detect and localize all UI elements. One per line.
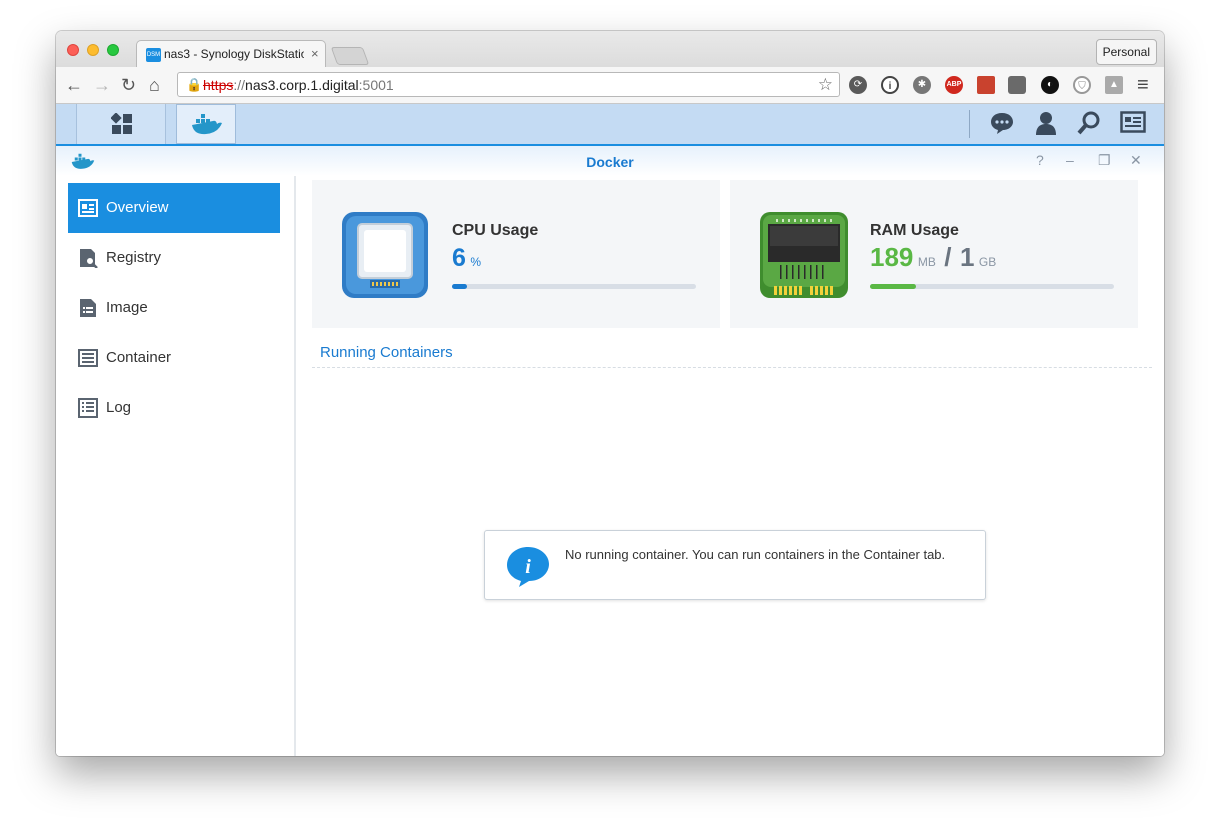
ram-usage-card: RAM Usage 189 MB / 1 GB bbox=[730, 180, 1138, 328]
insecure-lock-icon: 🔒 bbox=[186, 77, 203, 92]
adblock-plus-icon[interactable]: ABP bbox=[945, 76, 963, 94]
ram-usage-label: RAM Usage bbox=[870, 222, 959, 239]
window-minimize-button[interactable] bbox=[87, 44, 99, 56]
sidebar-item-label: Log bbox=[106, 399, 132, 416]
docker-taskbar-button[interactable] bbox=[176, 104, 236, 144]
cpu-usage-value: 6 % bbox=[452, 244, 482, 272]
ram-usage-bar bbox=[870, 284, 1114, 289]
window-close-button[interactable] bbox=[67, 44, 79, 56]
search-icon[interactable] bbox=[1077, 111, 1101, 135]
svg-text:i: i bbox=[525, 556, 531, 578]
film-icon[interactable]: ✱ bbox=[913, 76, 931, 94]
sync-icon[interactable]: ⟳ bbox=[849, 76, 867, 94]
taskbar-separator bbox=[969, 110, 970, 138]
dsm-favicon-icon: DSM bbox=[146, 48, 161, 62]
chrome-icon[interactable]: ◐ bbox=[1041, 76, 1059, 94]
bookmark-star-icon[interactable]: ☆ bbox=[818, 75, 833, 95]
sidebar: Overview Registry Image Container Log bbox=[56, 176, 296, 756]
profile-button[interactable]: Personal bbox=[1095, 39, 1157, 65]
sidebar-item-label: Container bbox=[106, 349, 172, 366]
puzzle-icon[interactable] bbox=[1008, 76, 1026, 94]
new-tab-button[interactable] bbox=[330, 47, 370, 65]
cpu-icon bbox=[342, 212, 428, 298]
log-icon bbox=[78, 398, 98, 418]
chat-icon[interactable] bbox=[989, 111, 1015, 135]
sidebar-item-registry[interactable]: Registry bbox=[68, 233, 280, 283]
chrome-menu-icon[interactable]: ≡ bbox=[1137, 73, 1149, 97]
browser-tab[interactable]: DSM nas3 - Synology DiskStatio × bbox=[136, 40, 326, 67]
window-maximize-button[interactable] bbox=[107, 44, 119, 56]
home-button[interactable]: ⌂ bbox=[149, 73, 160, 97]
minimize-icon[interactable]: – bbox=[1066, 152, 1074, 168]
tab-title: nas3 - Synology DiskStatio bbox=[164, 47, 304, 61]
ram-usage-value: 189 MB / 1 GB bbox=[870, 242, 997, 272]
user-icon[interactable] bbox=[1034, 111, 1058, 135]
sidebar-item-label: Image bbox=[106, 299, 148, 316]
restore-icon[interactable]: ❐ bbox=[1098, 152, 1111, 169]
widgets-icon[interactable] bbox=[1120, 111, 1146, 133]
tab-close-icon[interactable]: × bbox=[311, 46, 319, 61]
drive-icon[interactable]: ▲ bbox=[1105, 76, 1123, 94]
cpu-usage-bar-fill bbox=[452, 284, 467, 289]
cpu-usage-label: CPU Usage bbox=[452, 222, 539, 239]
app-title: Docker bbox=[586, 154, 634, 170]
info-bubble-icon: i bbox=[507, 547, 549, 587]
tab-strip: DSM nas3 - Synology DiskStatio × Persona… bbox=[56, 31, 1164, 67]
address-bar[interactable]: 🔒 https://nas3.corp.1.digital:5001 ☆ bbox=[177, 72, 840, 97]
empty-state-message: i No running container. You can run cont… bbox=[484, 530, 986, 600]
sidebar-item-label: Registry bbox=[106, 249, 162, 266]
close-icon[interactable]: ✕ bbox=[1130, 152, 1142, 169]
ram-usage-bar-fill bbox=[870, 284, 917, 289]
main-panel: CPU Usage 6 % RAM Usage 189 MB / 1 GB Ru… bbox=[296, 176, 1164, 756]
forward-button[interactable]: → bbox=[93, 73, 111, 97]
browser-window: DSM nas3 - Synology DiskStatio × Persona… bbox=[56, 31, 1164, 756]
url-text: https://nas3.corp.1.digital:5001 bbox=[203, 77, 394, 93]
info-icon[interactable]: i bbox=[881, 76, 899, 94]
image-icon bbox=[80, 299, 96, 317]
ram-icon bbox=[760, 212, 848, 298]
back-button[interactable]: ← bbox=[65, 73, 83, 97]
main-menu-button[interactable] bbox=[76, 104, 166, 144]
book-icon[interactable] bbox=[977, 76, 995, 94]
shield-icon[interactable]: ⛉ bbox=[1073, 76, 1091, 94]
empty-state-text: No running container. You can run contai… bbox=[565, 547, 946, 562]
container-icon bbox=[78, 349, 98, 367]
sidebar-item-log[interactable]: Log bbox=[68, 383, 280, 433]
cpu-usage-card: CPU Usage 6 % bbox=[312, 180, 720, 328]
sidebar-item-label: Overview bbox=[106, 199, 169, 216]
sidebar-item-overview[interactable]: Overview bbox=[68, 183, 280, 233]
cpu-usage-bar bbox=[452, 284, 696, 289]
registry-icon bbox=[80, 249, 98, 268]
sidebar-item-image[interactable]: Image bbox=[68, 283, 280, 333]
help-icon[interactable]: ? bbox=[1036, 152, 1044, 168]
dsm-taskbar bbox=[56, 104, 1164, 146]
sidebar-item-container[interactable]: Container bbox=[68, 333, 280, 383]
main-menu-icon bbox=[111, 113, 132, 134]
docker-icon bbox=[192, 114, 222, 135]
browser-toolbar: ← → ↻ ⌂ 🔒 https://nas3.corp.1.digital:50… bbox=[56, 67, 1164, 104]
section-divider bbox=[312, 367, 1152, 368]
overview-icon bbox=[78, 199, 98, 217]
app-title-bar: Docker ? – ❐ ✕ bbox=[56, 146, 1164, 176]
running-containers-heading: Running Containers bbox=[320, 344, 453, 361]
reload-button[interactable]: ↻ bbox=[121, 73, 136, 97]
